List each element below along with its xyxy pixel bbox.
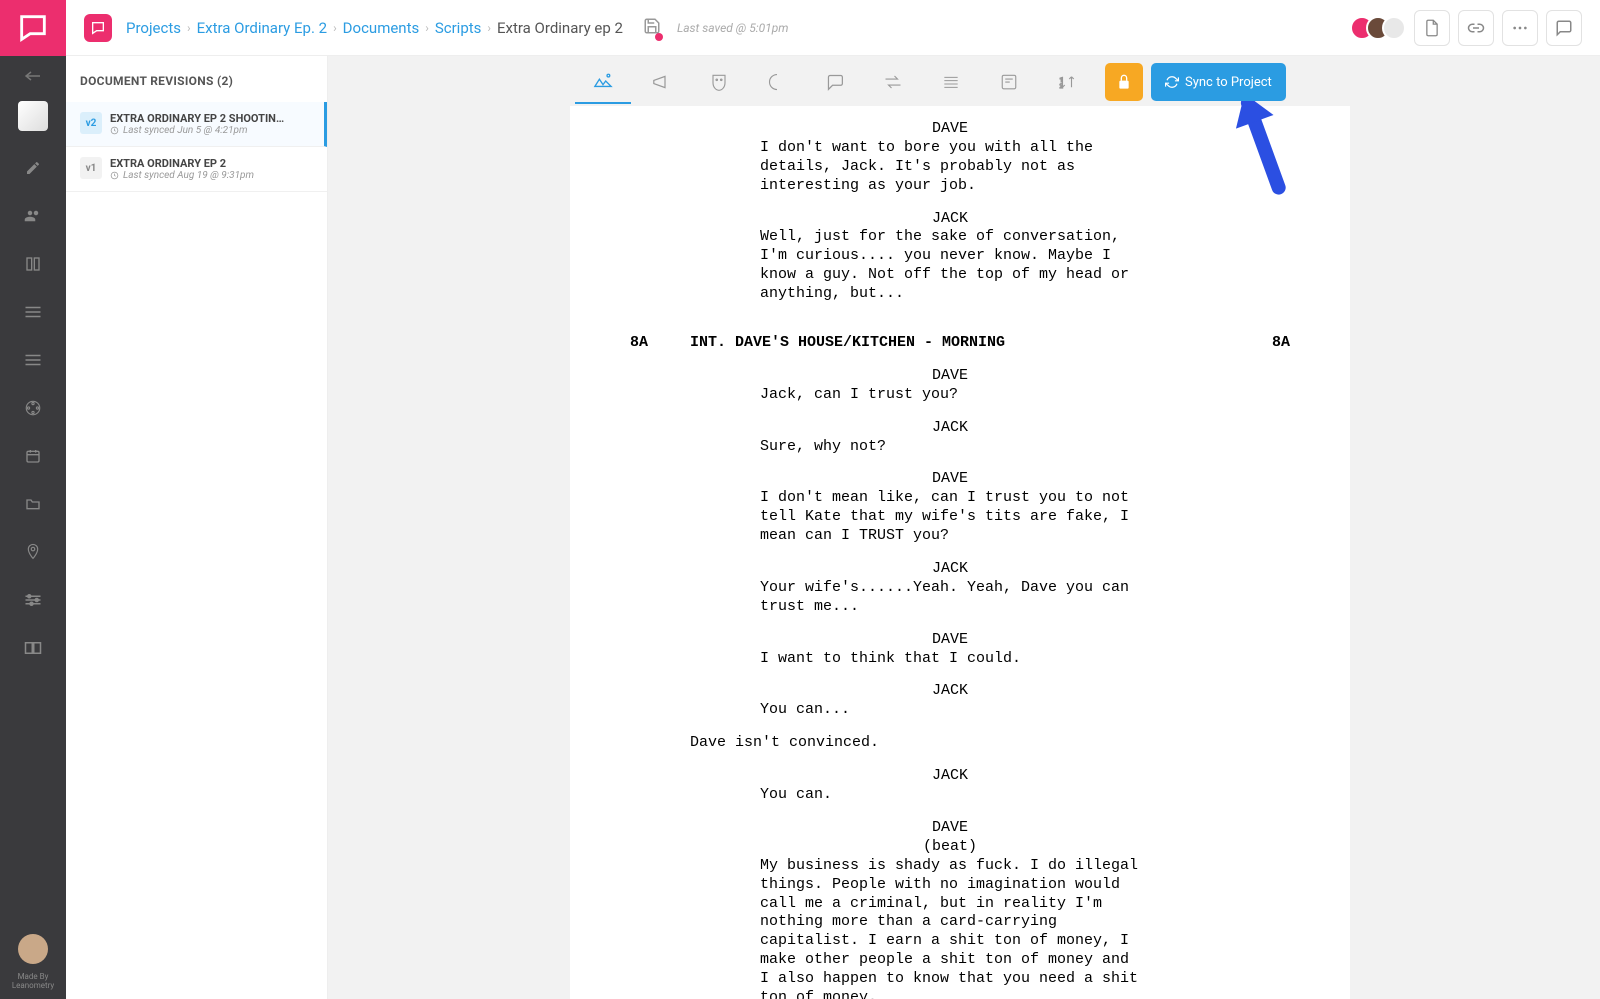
script-dialogue[interactable]: Jack, can I trust you? [760, 386, 1140, 405]
editor-toolbar: 12 Sync to Project [575, 60, 1286, 104]
crumb-episode[interactable]: Extra Ordinary Ep. 2 [197, 19, 327, 37]
project-badge[interactable] [84, 14, 112, 42]
nav-calendar-icon[interactable] [0, 432, 66, 480]
script-character[interactable]: DAVE [760, 631, 1140, 650]
comments-button[interactable] [1546, 10, 1582, 46]
last-saved-label: Last saved @ 5:01pm [677, 21, 789, 35]
revision-item[interactable]: v1 EXTRA ORDINARY EP 2 Last synced Aug 1… [66, 147, 327, 192]
crumb-documents[interactable]: Documents [343, 19, 420, 37]
scene-number-right: 8A [1250, 334, 1290, 353]
lock-button[interactable] [1105, 63, 1143, 101]
chevron-right-icon: › [487, 21, 491, 35]
script-dialogue[interactable]: Your wife's......Yeah. Yeah, Dave you ca… [760, 579, 1140, 617]
breadcrumbs: Projects › Extra Ordinary Ep. 2 › Docume… [126, 19, 623, 37]
script-character[interactable]: DAVE [760, 120, 1140, 139]
script-dialogue[interactable]: I don't want to bore you with all the de… [760, 139, 1140, 196]
app-logo[interactable] [0, 0, 66, 56]
save-status-icon [643, 17, 661, 39]
script-dialogue[interactable]: You can... [760, 701, 1140, 720]
script-page[interactable]: DAVEI don't want to bore you with all th… [570, 106, 1350, 999]
collaborator-avatars[interactable] [1358, 16, 1406, 40]
nav-edit-icon[interactable] [0, 144, 66, 192]
script-dialogue[interactable]: My business is shady as fuck. I do illeg… [760, 857, 1140, 999]
script-character[interactable]: DAVE [760, 367, 1140, 386]
script-character[interactable]: JACK [760, 210, 1140, 229]
chevron-right-icon: › [187, 21, 191, 35]
more-button[interactable] [1502, 10, 1538, 46]
revision-name: EXTRA ORDINARY EP 2 [110, 157, 254, 170]
user-avatar[interactable] [18, 934, 48, 964]
nav-locations-icon[interactable] [0, 528, 66, 576]
revision-meta: Last synced Jun 5 @ 4:21pm [110, 125, 284, 136]
chevron-right-icon: › [333, 21, 337, 35]
nav-steps-icon[interactable] [0, 288, 66, 336]
crumb-current: Extra Ordinary ep 2 [497, 19, 623, 37]
tool-slug[interactable] [749, 60, 805, 104]
nav-files-icon[interactable] [0, 480, 66, 528]
clock-icon [110, 171, 119, 180]
crumb-projects[interactable]: Projects [126, 19, 181, 37]
script-character[interactable]: DAVE [760, 819, 1140, 838]
scene-number-left: 8A [630, 334, 690, 353]
script-dialogue[interactable]: You can. [760, 786, 1140, 805]
export-pdf-button[interactable] [1414, 10, 1450, 46]
revision-name: EXTRA ORDINARY EP 2 SHOOTIN… [110, 112, 284, 125]
nav-reel-icon[interactable] [0, 384, 66, 432]
script-action[interactable]: Dave isn't convinced. [690, 734, 1210, 753]
tool-paragraph[interactable] [923, 60, 979, 104]
nav-schedule-icon[interactable] [0, 336, 66, 384]
tool-comment[interactable] [807, 60, 863, 104]
share-link-button[interactable] [1458, 10, 1494, 46]
avatar[interactable] [1382, 16, 1406, 40]
revision-meta: Last synced Aug 19 @ 9:31pm [110, 170, 254, 181]
nav-settings-icon[interactable] [0, 576, 66, 624]
sync-button-label: Sync to Project [1185, 75, 1272, 90]
nav-book-icon[interactable] [0, 624, 66, 672]
back-arrow[interactable] [0, 56, 66, 96]
refresh-icon [1165, 75, 1179, 89]
script-dialogue[interactable]: I want to think that I could. [760, 650, 1140, 669]
script-character[interactable]: JACK [760, 682, 1140, 701]
script-dialogue[interactable]: Well, just for the sake of conversation,… [760, 228, 1140, 304]
nav-project-thumb[interactable] [0, 96, 66, 144]
scene-heading[interactable]: INT. DAVE'S HOUSE/KITCHEN - MORNING [690, 334, 1250, 353]
script-character[interactable]: JACK [760, 560, 1140, 579]
revisions-panel: DOCUMENT REVISIONS (2) v2 EXTRA ORDINARY… [66, 56, 328, 999]
tool-character[interactable] [691, 60, 747, 104]
tool-note[interactable] [981, 60, 1037, 104]
script-character[interactable]: JACK [760, 767, 1140, 786]
script-character[interactable]: DAVE [760, 470, 1140, 489]
script-dialogue[interactable]: I don't mean like, can I trust you to no… [760, 489, 1140, 546]
crumb-scripts[interactable]: Scripts [435, 19, 482, 37]
left-nav: Made By Leanometry [0, 0, 66, 999]
tool-shot-list[interactable] [575, 60, 631, 104]
nav-boards-icon[interactable] [0, 240, 66, 288]
script-character[interactable]: JACK [760, 419, 1140, 438]
top-bar: Projects › Extra Ordinary Ep. 2 › Docume… [66, 0, 1600, 56]
tool-announce[interactable] [633, 60, 689, 104]
clock-icon [110, 126, 119, 135]
chevron-right-icon: › [425, 21, 429, 35]
tool-compare[interactable] [865, 60, 921, 104]
sync-to-project-button[interactable]: Sync to Project [1151, 63, 1286, 101]
revision-version-badge: v2 [80, 112, 102, 134]
script-paren[interactable]: (beat) [760, 838, 1140, 857]
script-dialogue[interactable]: Sure, why not? [760, 438, 1140, 457]
revisions-title: DOCUMENT REVISIONS (2) [66, 56, 327, 102]
made-by-credit: Made By Leanometry [12, 972, 54, 991]
revision-item[interactable]: v2 EXTRA ORDINARY EP 2 SHOOTIN… Last syn… [66, 102, 327, 147]
nav-cast-icon[interactable] [0, 192, 66, 240]
tool-sort[interactable]: 12 [1039, 60, 1095, 104]
revision-version-badge: v1 [80, 157, 102, 179]
